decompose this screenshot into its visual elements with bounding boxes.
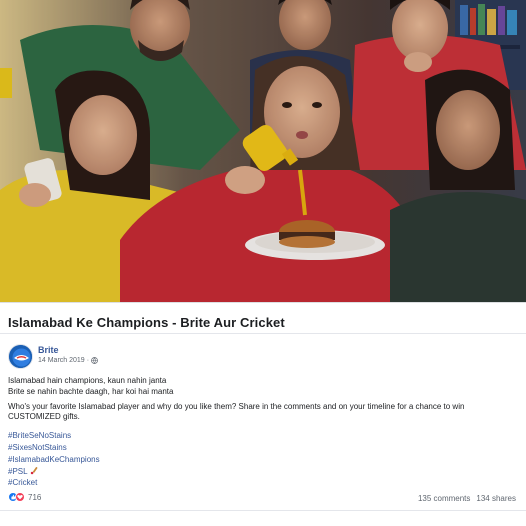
hashtag-link-label[interactable]: #PSL — [8, 467, 28, 476]
hashtag-link[interactable]: #BriteSeNoStains — [8, 431, 71, 441]
page-avatar[interactable] — [8, 344, 33, 369]
cricket-icon — [30, 467, 38, 475]
post-meta: 14 March 2019 · — [38, 357, 98, 364]
page-name-link[interactable]: Brite — [38, 345, 59, 355]
post-text-paragraph: Who's your favorite Islamabad player and… — [8, 402, 465, 421]
separator-dot: · — [86, 357, 90, 364]
divider — [0, 510, 526, 511]
divider — [0, 333, 526, 334]
post-text-line: Islamabad hain champions, kaun nahin jan… — [8, 376, 167, 385]
hashtag-link[interactable]: #Cricket — [8, 478, 37, 488]
reactions-summary[interactable]: 716 — [8, 492, 41, 502]
video-player[interactable] — [0, 0, 526, 302]
hashtag-link-psl[interactable]: #PSL — [8, 466, 39, 477]
divider — [0, 302, 526, 303]
post-title[interactable]: Islamabad Ke Champions - Brite Aur Crick… — [8, 315, 285, 330]
post-date[interactable]: 14 March 2019 — [38, 357, 85, 364]
hashtag-link[interactable]: #SixesNotStains — [8, 443, 67, 453]
love-reaction-icon — [15, 492, 25, 502]
post-text-line: Brite se nahin bachte daagh, har koi hai… — [8, 387, 174, 396]
shares-count-link[interactable]: 134 shares — [476, 494, 516, 503]
reaction-count: 716 — [28, 492, 42, 502]
comments-count-link[interactable]: 135 comments — [418, 494, 470, 503]
video-frame-image — [0, 0, 526, 302]
engagement-counts: 135 comments 134 shares — [418, 494, 516, 503]
hashtag-link[interactable]: #IslamabadKeChampions — [8, 455, 100, 465]
globe-icon[interactable] — [91, 357, 98, 364]
